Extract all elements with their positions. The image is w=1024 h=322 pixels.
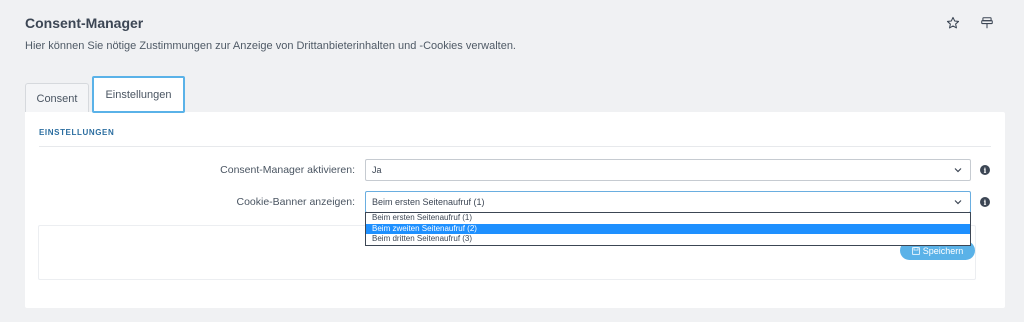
tab-einstellungen-label: Einstellungen [105, 88, 172, 101]
cookie-banner-select[interactable]: Beim ersten Seitenaufruf (1) [365, 191, 971, 213]
cookie-banner-value: Beim ersten Seitenaufruf (1) [372, 197, 485, 207]
tab-consent[interactable]: Consent [25, 83, 89, 113]
save-button-label: Speichern [922, 245, 964, 256]
chevron-down-icon [954, 168, 962, 173]
info-icon[interactable]: i [980, 165, 990, 175]
dropdown-option[interactable]: Beim dritten Seitenaufruf (3) [366, 234, 970, 245]
page-subtitle: Hier können Sie nötige Zustimmungen zur … [25, 40, 516, 52]
section-title: EINSTELLUNGEN [39, 128, 115, 137]
dropdown-option[interactable]: Beim ersten Seitenaufruf (1) [366, 213, 970, 224]
info-icon[interactable]: i [980, 197, 990, 207]
consent-manager-select[interactable]: Ja [365, 159, 971, 181]
settings-panel: EINSTELLUNGEN Consent-Manager aktivieren… [25, 112, 1005, 308]
cookie-banner-dropdown: Beim ersten Seitenaufruf (1) Beim zweite… [365, 212, 971, 246]
consent-manager-value: Ja [372, 165, 382, 175]
tab-consent-label: Consent [36, 92, 78, 105]
chevron-down-icon [954, 200, 962, 205]
save-icon [911, 246, 920, 255]
star-icon[interactable] [944, 14, 962, 32]
section-divider [39, 146, 991, 147]
page-title: Consent-Manager [25, 15, 144, 31]
tab-einstellungen[interactable]: Einstellungen [92, 76, 185, 113]
consent-manager-label: Consent-Manager aktivieren: [220, 164, 355, 176]
dropdown-option-highlighted[interactable]: Beim zweiten Seitenaufruf (2) [366, 223, 970, 235]
pin-icon[interactable] [978, 14, 996, 32]
cookie-banner-label: Cookie-Banner anzeigen: [236, 196, 356, 208]
